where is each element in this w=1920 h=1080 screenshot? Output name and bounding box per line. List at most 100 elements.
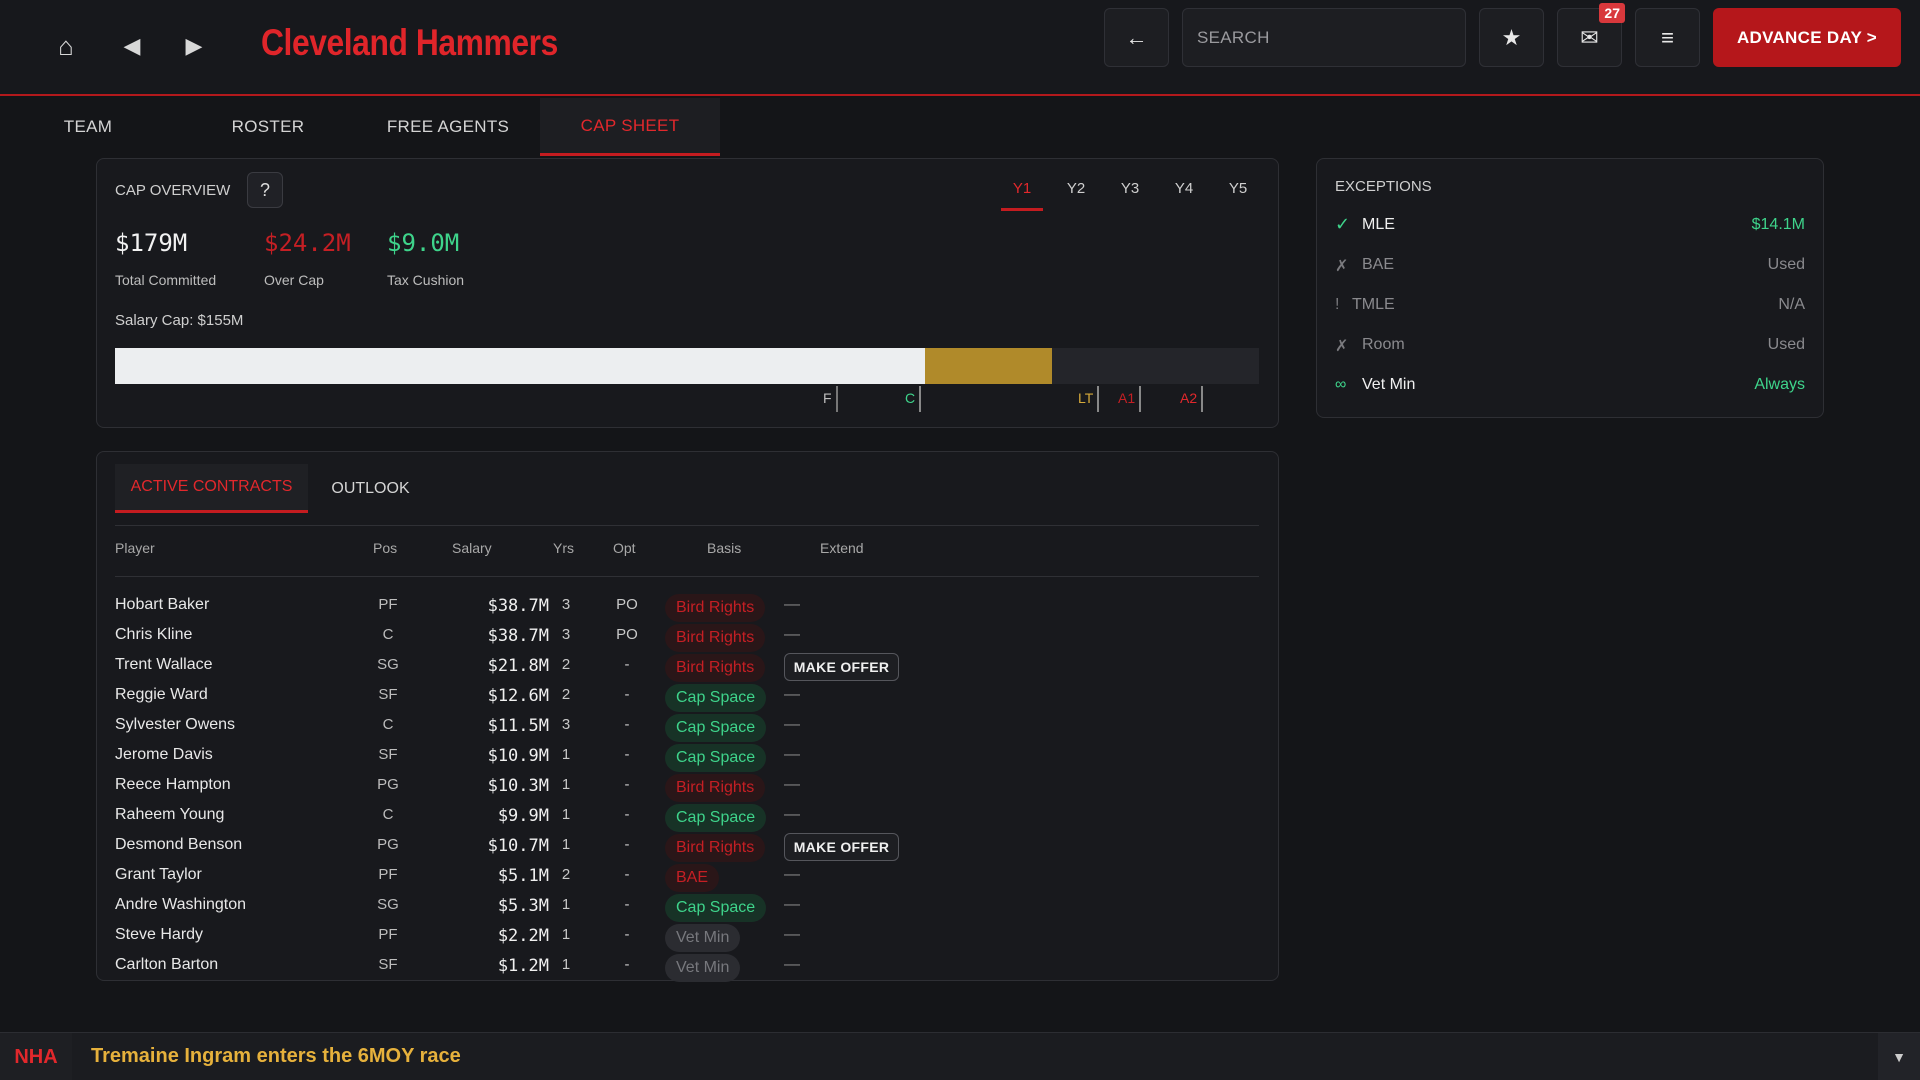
make-offer-button[interactable]: MAKE OFFER xyxy=(784,833,899,861)
player-position: SF xyxy=(378,686,398,703)
basis-badge: Bird Rights xyxy=(665,624,766,652)
player-name[interactable]: Desmond Benson xyxy=(115,836,242,854)
tab-roster[interactable]: ROSTER xyxy=(208,98,328,156)
exception-mle: ✓ MLE $14.1M xyxy=(1335,212,1805,242)
player-salary: $10.7M xyxy=(487,836,549,856)
col-salary: Salary xyxy=(452,540,492,556)
mail-icon: ✉ xyxy=(1580,24,1599,50)
player-name[interactable]: Hobart Baker xyxy=(115,596,209,614)
marker-floor: F xyxy=(823,386,838,412)
extend-placeholder: — xyxy=(784,776,800,793)
inbox-button[interactable]: ✉ 27 xyxy=(1557,3,1625,67)
check-icon: ✓ xyxy=(1335,214,1351,234)
extend-placeholder: — xyxy=(784,716,800,733)
player-name[interactable]: Grant Taylor xyxy=(115,866,202,884)
col-player: Player xyxy=(115,540,155,556)
ticker-league: NHA xyxy=(0,1033,72,1080)
ticker-headline[interactable]: Tremaine Ingram enters the 6MOY race xyxy=(91,1045,461,1068)
player-position: PG xyxy=(377,836,399,853)
player-salary: $5.1M xyxy=(497,866,549,886)
home-icon[interactable]: ⌂ xyxy=(48,28,84,64)
player-name[interactable]: Reece Hampton xyxy=(115,776,231,794)
star-icon: ★ xyxy=(1501,24,1522,50)
player-name[interactable]: Steve Hardy xyxy=(115,926,203,944)
player-name[interactable]: Reggie Ward xyxy=(115,686,208,704)
exception-name: BAE xyxy=(1362,256,1395,273)
contract-years: 1 xyxy=(561,956,571,973)
player-salary: $9.9M xyxy=(497,806,549,826)
player-name[interactable]: Jerome Davis xyxy=(115,746,213,764)
marker-apron-1: A1 xyxy=(1118,386,1142,412)
chevron-down-icon[interactable]: ▼ xyxy=(1878,1033,1920,1080)
favorites-button[interactable]: ★ xyxy=(1479,8,1544,67)
table-row: Grant Taylor PF $5.1M 2 - BAE — xyxy=(115,860,1259,892)
player-position: C xyxy=(382,716,394,733)
contract-years: 1 xyxy=(561,926,571,943)
exception-name: MLE xyxy=(1362,216,1395,233)
over-cap-value: $24.2M xyxy=(264,229,351,257)
contract-years: 3 xyxy=(561,596,571,613)
basis-badge: Cap Space xyxy=(665,714,767,742)
tax-cushion-label: Tax Cushion xyxy=(387,272,465,288)
header-divider xyxy=(115,576,1259,577)
table-row: Chris Kline C $38.7M 3 PO Bird Rights — xyxy=(115,620,1259,652)
contract-years: 3 xyxy=(561,626,571,643)
back-nav-icon[interactable]: ◀ xyxy=(114,28,150,64)
basis-badge: Bird Rights xyxy=(665,594,766,622)
player-name[interactable]: Chris Kline xyxy=(115,626,192,644)
make-offer-button[interactable]: MAKE OFFER xyxy=(784,653,899,681)
year-tab-y5[interactable]: Y5 xyxy=(1217,180,1259,211)
tab-active-contracts[interactable]: ACTIVE CONTRACTS xyxy=(115,464,308,513)
player-position: PF xyxy=(378,596,398,613)
player-position: SG xyxy=(377,896,399,913)
year-tab-y2[interactable]: Y2 xyxy=(1055,180,1097,211)
cap-bar xyxy=(115,348,1259,384)
infinity-icon: ∞ xyxy=(1335,376,1347,393)
table-row: Raheem Young C $9.9M 1 - Cap Space — xyxy=(115,800,1259,832)
exception-value: Used xyxy=(1767,336,1805,353)
contract-option: - xyxy=(624,806,630,823)
news-ticker: NHA Tremaine Ingram enters the 6MOY race… xyxy=(0,1032,1920,1080)
player-position: C xyxy=(382,806,394,823)
extend-placeholder: — xyxy=(784,866,800,883)
back-button[interactable]: ← xyxy=(1104,8,1169,67)
contract-option: - xyxy=(624,776,630,793)
exception-name: Room xyxy=(1362,336,1405,353)
player-name[interactable]: Andre Washington xyxy=(115,896,246,914)
extend-placeholder: — xyxy=(784,746,800,763)
player-salary: $5.3M xyxy=(497,896,549,916)
col-extend: Extend xyxy=(820,540,864,556)
player-name[interactable]: Raheem Young xyxy=(115,806,224,824)
tabs-divider xyxy=(115,525,1259,526)
player-position: PF xyxy=(378,866,398,883)
tab-team[interactable]: TEAM xyxy=(38,98,138,156)
search-input[interactable] xyxy=(1182,8,1466,67)
tab-cap-sheet[interactable]: CAP SHEET xyxy=(540,98,720,156)
contract-option: PO xyxy=(616,596,638,613)
exception-value: Always xyxy=(1754,376,1805,393)
cap-overview-title: CAP OVERVIEW xyxy=(115,182,231,199)
contract-years: 2 xyxy=(561,866,571,883)
team-title: Cleveland Hammers xyxy=(261,22,558,63)
player-name[interactable]: Trent Wallace xyxy=(115,656,213,674)
help-button[interactable]: ? xyxy=(247,172,283,208)
menu-button[interactable]: ≡ xyxy=(1635,8,1700,67)
advance-day-button[interactable]: ADVANCE DAY > xyxy=(1713,8,1901,67)
player-name[interactable]: Carlton Barton xyxy=(115,956,218,974)
basis-badge: Cap Space xyxy=(665,684,767,712)
cap-bar-over xyxy=(925,348,1052,384)
year-tab-y1[interactable]: Y1 xyxy=(1001,180,1043,211)
year-tab-y3[interactable]: Y3 xyxy=(1109,180,1151,211)
tab-outlook[interactable]: OUTLOOK xyxy=(318,464,423,513)
exception-name: Vet Min xyxy=(1362,376,1416,393)
tab-free-agents[interactable]: FREE AGENTS xyxy=(378,98,518,156)
exception-tmle: ! TMLE N/A xyxy=(1335,292,1805,322)
player-position: SG xyxy=(377,656,399,673)
year-tab-y4[interactable]: Y4 xyxy=(1163,180,1205,211)
contract-option: - xyxy=(624,926,630,943)
forward-nav-icon[interactable]: ▶ xyxy=(176,28,212,64)
table-row: Steve Hardy PF $2.2M 1 - Vet Min — xyxy=(115,920,1259,952)
player-name[interactable]: Sylvester Owens xyxy=(115,716,235,734)
contract-option: - xyxy=(624,836,630,853)
total-committed-value: $179M xyxy=(115,229,188,257)
